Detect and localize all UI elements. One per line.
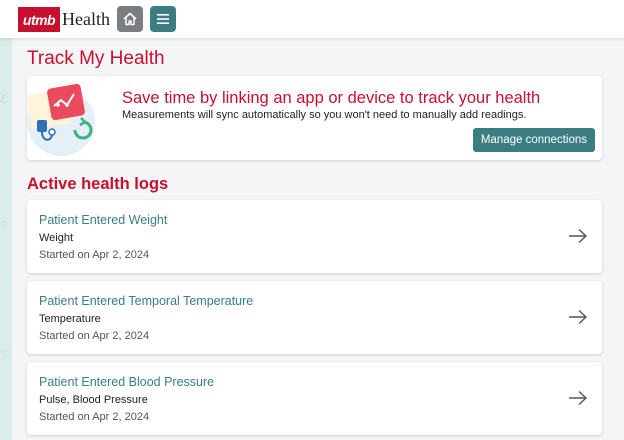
hamburger-menu-icon: [157, 14, 169, 24]
manage-connections-button[interactable]: Manage connections: [472, 128, 595, 152]
logo-text: Health: [62, 9, 110, 29]
menu-button[interactable]: [150, 6, 176, 32]
arrow-right-icon: [569, 390, 588, 406]
decorative-side-strip: ℰ ○ ♡: [0, 38, 12, 440]
health-log-name: Patient Entered Temporal Temperature: [39, 294, 254, 308]
health-log-card[interactable]: Patient Entered Temporal Temperature Tem…: [27, 281, 602, 354]
health-log-type: Pulse, Blood Pressure: [39, 394, 148, 406]
app-header: utmb Health: [0, 0, 624, 38]
health-devices-illustration: [27, 83, 95, 156]
arrow-right-icon: [569, 309, 588, 325]
health-log-start-date: Started on Apr 2, 2024: [39, 330, 150, 342]
arrow-right-icon: [569, 228, 588, 244]
health-log-name: Patient Entered Weight: [39, 213, 168, 227]
health-log-start-date: Started on Apr 2, 2024: [39, 411, 150, 423]
link-card-title: Save time by linking an app or device to…: [122, 89, 541, 107]
home-icon: [123, 12, 137, 26]
health-log-card[interactable]: Patient Entered Blood Pressure Pulse, Bl…: [27, 362, 602, 435]
health-log-name: Patient Entered Blood Pressure: [39, 375, 215, 389]
health-log-type: Weight: [39, 232, 74, 244]
main-content: Track My Health Save time by linking an …: [12, 38, 624, 440]
link-device-card: Save time by linking an app or device to…: [27, 76, 602, 160]
health-log-type: Temperature: [39, 313, 101, 325]
utmb-health-logo[interactable]: utmb Health: [18, 7, 110, 32]
section-title-active-logs: Active health logs: [27, 175, 169, 193]
page-title: Track My Health: [27, 48, 165, 69]
link-card-subtitle: Measurements will sync automatically so …: [122, 109, 527, 121]
logo-mark: utmb: [18, 7, 60, 32]
health-log-card[interactable]: Patient Entered Weight Weight Started on…: [27, 200, 602, 273]
health-log-start-date: Started on Apr 2, 2024: [39, 249, 150, 261]
home-button[interactable]: [117, 6, 143, 32]
